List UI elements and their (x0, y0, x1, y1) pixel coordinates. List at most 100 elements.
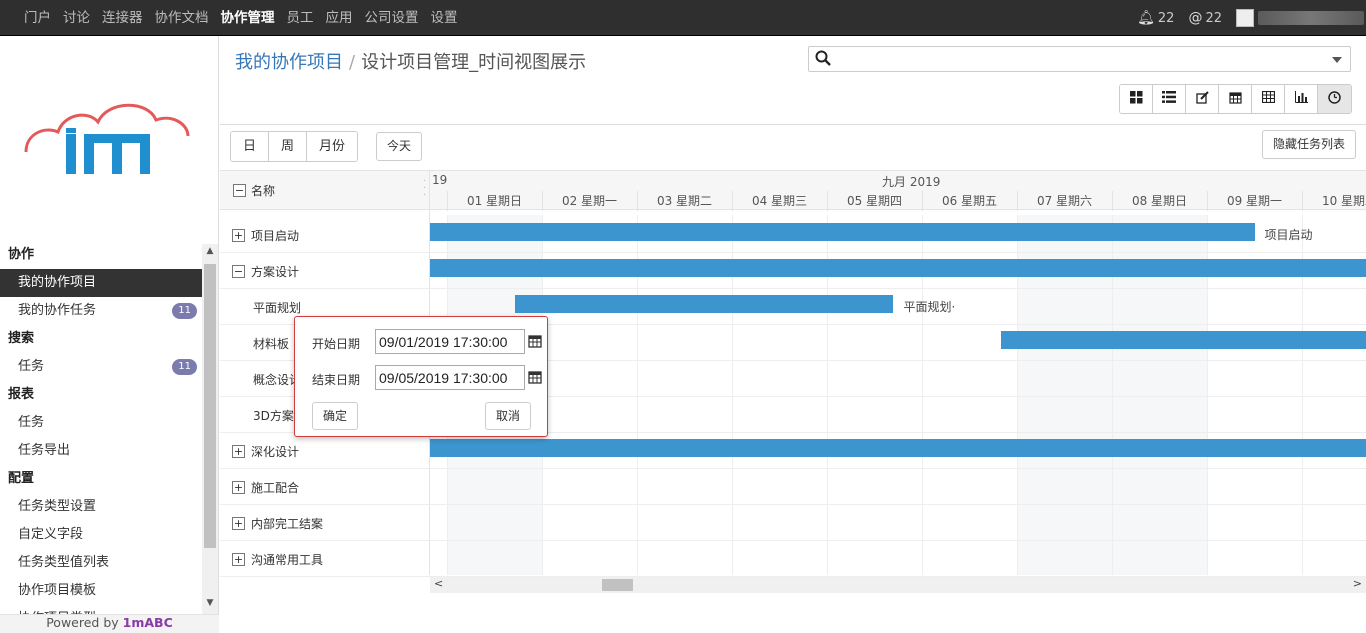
gantt-task-row: + 内部完工结案 (220, 505, 1366, 541)
scale-button-day[interactable]: 日 (231, 132, 270, 161)
at-icon: @ (1188, 10, 1203, 26)
calendar-view-button[interactable] (1219, 85, 1252, 113)
list-view-button[interactable] (1153, 85, 1186, 113)
expand-toggle-icon[interactable]: + (232, 445, 245, 458)
confirm-button[interactable]: 确定 (312, 402, 359, 430)
gantt-horizontal-scrollbar[interactable]: < > (430, 577, 1366, 593)
clock-icon (1328, 90, 1341, 108)
task-name-cell[interactable]: + 施工配合 (232, 479, 299, 496)
expand-toggle-icon[interactable]: + (232, 481, 245, 494)
sidebar-item[interactable]: 协作项目类型 (0, 605, 202, 614)
task-name-cell[interactable]: 平面规划 (253, 299, 301, 316)
powered-by-text: Powered by (46, 615, 123, 630)
top-nav-item[interactable]: 连接器 (96, 0, 149, 36)
task-name-cell[interactable]: 材料板 (253, 335, 289, 352)
start-calendar-icon[interactable] (528, 334, 542, 348)
scale-button-week[interactable]: 周 (269, 132, 308, 161)
sidebar-item[interactable]: 我的协作项目 (0, 269, 202, 297)
clock-view-button[interactable] (1318, 85, 1351, 113)
day-label: 01 星期日 (466, 194, 523, 208)
task-name-label: 平面规划 (253, 301, 302, 315)
sidebar-item[interactable]: 任务 11 (0, 353, 202, 381)
sidebar-item-label: 任务 (18, 415, 45, 430)
gantt-task-row: − 方案设计 (220, 253, 1366, 289)
search-dropdown-caret-icon[interactable] (1332, 57, 1342, 63)
notifications-counter[interactable]: 🔔︎ 22 (1137, 10, 1174, 26)
month-label: 九月 2019 (882, 175, 941, 189)
user-avatar[interactable] (1236, 9, 1254, 27)
sidebar-section-title: 搜索 (8, 331, 35, 346)
expand-toggle-icon[interactable]: + (232, 229, 245, 242)
scroll-thumb[interactable] (204, 264, 216, 548)
task-name-cell[interactable]: + 深化设计 (232, 443, 299, 460)
kanban-view-button[interactable] (1120, 85, 1153, 113)
task-name-label: 材料板 (253, 337, 290, 351)
sidebar-item[interactable]: 任务导出 (0, 437, 202, 465)
table-view-button[interactable] (1252, 85, 1285, 113)
task-bar[interactable] (1000, 331, 1366, 349)
day-label: 05 星期四 (846, 194, 903, 208)
task-bar-label: 平面规划· (903, 300, 956, 314)
sidebar-scrollbar[interactable]: ▲ ▼ (202, 244, 218, 614)
task-name-cell[interactable]: + 内部完工结案 (232, 515, 323, 532)
day-label: 02 星期一 (561, 194, 618, 208)
top-nav-item[interactable]: 门户 (18, 0, 57, 36)
scale-button-month[interactable]: 月份 (307, 132, 358, 161)
collapse-all-toggle-icon[interactable]: − (233, 184, 246, 197)
search-input[interactable] (808, 46, 1351, 72)
task-name-cell[interactable]: 3D方案 (253, 407, 294, 424)
day-label: 03 星期二 (656, 194, 713, 208)
mentions-counter[interactable]: @ 22 (1188, 10, 1222, 26)
today-button[interactable]: 今天 (376, 132, 423, 161)
sidebar-item[interactable]: 任务类型设置 (0, 493, 202, 521)
sidebar-item[interactable]: 协作项目模板 (0, 577, 202, 605)
expand-toggle-icon[interactable]: + (232, 517, 245, 530)
scroll-down-icon[interactable]: ▼ (202, 598, 218, 612)
task-bar[interactable] (515, 295, 894, 313)
task-name-cell[interactable]: − 方案设计 (232, 263, 299, 280)
collapse-toggle-icon[interactable]: − (232, 265, 245, 278)
edit-view-button[interactable] (1186, 85, 1219, 113)
task-name-label: 内部完工结案 (251, 517, 324, 531)
view-switcher (1119, 84, 1352, 114)
day-header-divider (447, 191, 448, 211)
task-bar[interactable] (430, 259, 1366, 277)
breadcrumb-parent-link[interactable]: 我的协作项目 (235, 52, 343, 73)
day-header-divider (922, 191, 923, 211)
sidebar-item[interactable]: 自定义字段 (0, 521, 202, 549)
top-nav-item[interactable]: 讨论 (57, 0, 96, 36)
scroll-right-icon[interactable]: > (1353, 577, 1362, 590)
sidebar-item[interactable]: 我的协作任务 11 (0, 297, 202, 325)
task-bar[interactable] (430, 439, 1366, 457)
day-header-divider (542, 191, 543, 211)
task-bar[interactable] (430, 223, 1255, 241)
scroll-left-icon[interactable]: < (434, 577, 443, 590)
task-name-label: 项目启动 (251, 229, 300, 243)
powered-by-brand[interactable]: 1mABC (123, 615, 173, 630)
chart-view-button[interactable] (1285, 85, 1318, 113)
top-nav-item[interactable]: 员工 (281, 0, 320, 36)
user-name-blurred[interactable] (1258, 11, 1364, 25)
expand-toggle-icon[interactable]: + (232, 553, 245, 566)
calendar-icon (1228, 91, 1242, 108)
scroll-up-icon[interactable]: ▲ (202, 246, 218, 260)
top-nav-item[interactable]: 协作管理 (215, 0, 281, 36)
top-nav-item[interactable]: 应用 (320, 0, 359, 36)
top-nav-item[interactable]: 协作文档 (149, 0, 215, 36)
start-date-input[interactable] (375, 329, 525, 354)
day-label: 10 星期二 (1321, 194, 1366, 208)
cancel-button[interactable]: 取消 (485, 402, 532, 430)
sidebar-section-title: 配置 (8, 471, 35, 486)
task-name-cell[interactable]: + 项目启动 (232, 227, 299, 244)
task-name-cell[interactable]: + 沟通常用工具 (232, 551, 323, 568)
sidebar-item[interactable]: 任务类型值列表 (0, 549, 202, 577)
top-nav-item[interactable]: 公司设置 (359, 0, 425, 36)
top-nav-item[interactable]: 设置 (425, 0, 464, 36)
task-name-label: 3D方案 (253, 409, 294, 423)
column-resize-handle[interactable]: · · · (423, 177, 426, 201)
sidebar-item[interactable]: 任务 (0, 409, 202, 437)
hide-task-list-button[interactable]: 隐藏任务列表 (1262, 130, 1357, 159)
end-calendar-icon[interactable] (528, 370, 542, 384)
hscroll-thumb[interactable] (602, 579, 633, 591)
end-date-input[interactable] (375, 365, 525, 390)
